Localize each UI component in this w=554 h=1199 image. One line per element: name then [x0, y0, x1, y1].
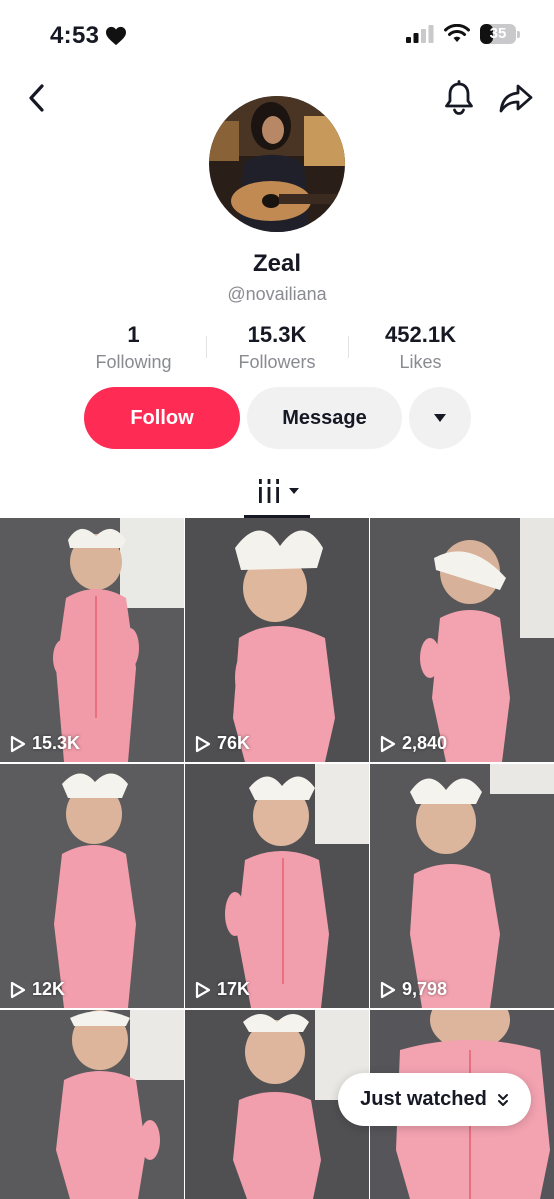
- view-count-text: 12K: [32, 979, 66, 999]
- view-count: 76K: [195, 733, 250, 754]
- share-icon[interactable]: [498, 80, 534, 116]
- video-thumbnail[interactable]: 9,798: [370, 764, 554, 1008]
- username: @novailiana: [227, 284, 327, 304]
- chevrons-down-icon: [497, 1093, 508, 1106]
- stat-followers[interactable]: 15.3K Followers: [206, 322, 349, 373]
- status-bar: 4:53 35: [0, 0, 554, 70]
- play-icon: [380, 735, 396, 752]
- stat-value: 452.1K: [385, 322, 456, 347]
- video-thumbnail-image: [185, 764, 369, 1008]
- view-count: 12K: [10, 979, 65, 1000]
- clock-text: 4:53: [50, 22, 100, 49]
- bell-icon[interactable]: [442, 80, 476, 116]
- view-count: 2,840: [380, 733, 447, 754]
- video-thumbnail[interactable]: 76K: [185, 518, 369, 762]
- back-icon[interactable]: [22, 82, 54, 114]
- status-time: 4:53: [50, 22, 127, 50]
- view-count: 9,798: [380, 979, 447, 1000]
- avatar[interactable]: [209, 96, 345, 232]
- tab-videos[interactable]: [244, 472, 310, 518]
- battery-percent: 35: [489, 25, 507, 42]
- video-thumbnail-image: [0, 764, 184, 1008]
- stat-divider: [206, 336, 207, 358]
- video-thumbnail-image: [370, 764, 554, 1008]
- stat-value: 1: [127, 322, 140, 347]
- view-count-text: 17K: [217, 979, 251, 999]
- battery-icon: 35: [480, 24, 520, 44]
- view-count-text: 76K: [217, 733, 251, 753]
- message-button[interactable]: Message: [247, 387, 402, 449]
- grid-icon: [259, 479, 279, 503]
- view-count-text: 15.3K: [32, 733, 81, 753]
- video-thumbnail[interactable]: 12K: [0, 764, 184, 1008]
- cellular-icon: [406, 25, 434, 43]
- video-thumbnail[interactable]: 2,840: [370, 518, 554, 762]
- view-count: 17K: [195, 979, 250, 1000]
- more-suggestions-button[interactable]: [409, 387, 471, 449]
- caret-down-icon: [289, 488, 299, 494]
- play-icon: [380, 981, 396, 998]
- play-icon: [195, 981, 211, 998]
- play-icon: [195, 735, 211, 752]
- just-watched-label: Just watched: [360, 1088, 487, 1110]
- stat-following[interactable]: 1 Following: [62, 322, 205, 373]
- follow-button[interactable]: Follow: [84, 387, 240, 449]
- view-count: 15.3K: [10, 733, 80, 754]
- display-name: Zeal: [252, 250, 302, 277]
- stat-likes[interactable]: 452.1K Likes: [349, 322, 492, 373]
- view-count-text: 9,798: [402, 979, 448, 999]
- video-thumbnail-image: [370, 518, 554, 762]
- video-thumbnail-image: [0, 518, 184, 762]
- profile-actions: Follow Message: [84, 387, 471, 449]
- stat-label: Likes: [399, 352, 442, 372]
- profile-stats: 1 Following 15.3K Followers 452.1K Likes: [62, 322, 492, 373]
- just-watched-button[interactable]: Just watched: [338, 1073, 531, 1126]
- heart-icon: [106, 26, 127, 46]
- stat-label: Followers: [238, 352, 316, 372]
- video-thumbnail-image: [0, 1010, 184, 1199]
- video-thumbnail-image: [185, 518, 369, 762]
- status-indicators: 35: [406, 24, 520, 44]
- play-icon: [10, 735, 26, 752]
- avatar-image: [209, 96, 345, 232]
- video-thumbnail[interactable]: [0, 1010, 184, 1199]
- play-icon: [10, 981, 26, 998]
- video-thumbnail[interactable]: 15.3K: [0, 518, 184, 762]
- stat-label: Following: [95, 352, 172, 372]
- view-count-text: 2,840: [402, 733, 448, 753]
- caret-down-icon: [434, 414, 446, 422]
- stat-value: 15.3K: [247, 322, 307, 347]
- wifi-icon: [444, 24, 470, 42]
- stat-divider: [348, 336, 349, 358]
- video-thumbnail[interactable]: 17K: [185, 764, 369, 1008]
